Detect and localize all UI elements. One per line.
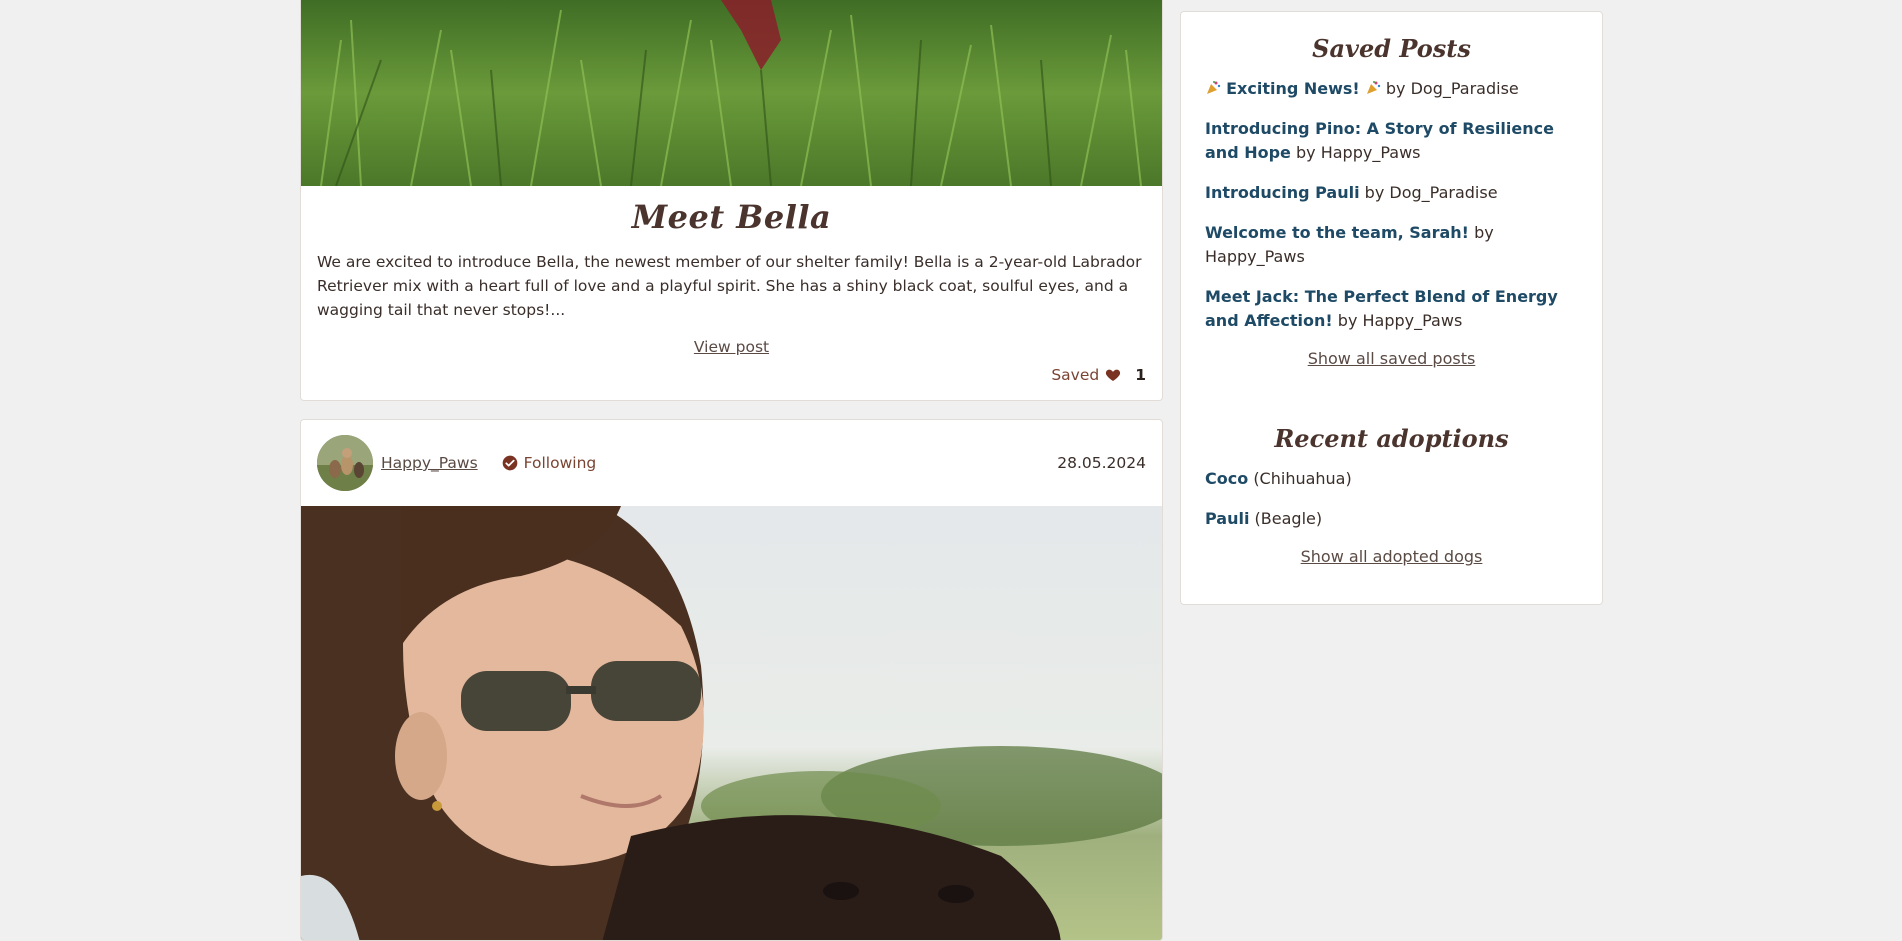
post-title: Meet Bella <box>631 198 832 236</box>
adoption-item: Coco (Chihuahua) <box>1205 467 1578 491</box>
saved-post-author: by Dog_Paradise <box>1364 183 1498 202</box>
sidebar: Saved Posts Exciting News! by Dog_Paradi… <box>1180 11 1603 605</box>
check-circle-icon <box>502 455 517 471</box>
saved-post-author: by Happy_Paws <box>1337 311 1463 330</box>
saved-post-author: by Happy_Paws <box>1296 143 1421 162</box>
like-count: 1 <box>1135 366 1146 384</box>
grass-photo-icon <box>301 0 1162 186</box>
following-button[interactable]: Following <box>502 454 597 472</box>
saved-post-title[interactable]: Exciting News! <box>1226 79 1360 98</box>
saved-post-author: by Dog_Paradise <box>1385 79 1519 98</box>
heart-icon[interactable] <box>1105 367 1121 383</box>
author-link[interactable]: Happy_Paws <box>381 454 478 472</box>
post-card-happy-paws: Happy_Paws Following 28.05.2024 <box>300 419 1163 941</box>
saved-label: Saved <box>1051 366 1100 384</box>
post-card-bella: Meet Bella We are excited to introduce B… <box>300 0 1163 401</box>
woman-with-dog-photo-icon <box>301 506 1162 940</box>
adoption-item: Pauli (Beagle) <box>1205 507 1578 531</box>
post-excerpt: We are excited to introduce Bella, the n… <box>317 253 1142 319</box>
post-feed: Meet Bella We are excited to introduce B… <box>300 0 1163 941</box>
saved-post-item: Introducing Pauli by Dog_Paradise <box>1205 181 1578 205</box>
view-post-link[interactable]: View post <box>301 338 1162 356</box>
show-all-adopted-link[interactable]: Show all adopted dogs <box>1205 547 1578 566</box>
saved-posts-heading: Saved Posts <box>1312 34 1471 63</box>
show-all-saved-link[interactable]: Show all saved posts <box>1205 349 1578 368</box>
party-popper-icon <box>1207 81 1221 94</box>
following-label: Following <box>523 454 597 472</box>
party-popper-icon <box>1366 81 1380 94</box>
post-date: 28.05.2024 <box>1057 454 1146 472</box>
saved-post-item: Introducing Pino: A Story of Resilience … <box>1205 117 1578 165</box>
dog-name: Pauli <box>1205 509 1250 528</box>
saved-post-item: Exciting News! by Dog_Paradise <box>1205 77 1578 101</box>
saved-post-title[interactable]: Welcome to the team, Sarah! <box>1205 223 1469 242</box>
saved-post-item: Welcome to the team, Sarah! by Happy_Paw… <box>1205 221 1578 269</box>
saved-indicator[interactable]: Saved 1 <box>1051 366 1146 384</box>
dog-name: Coco <box>1205 469 1249 488</box>
dog-breed: (Chihuahua) <box>1253 469 1352 488</box>
avatar[interactable] <box>317 435 373 491</box>
recent-adoptions-heading: Recent adoptions <box>1274 424 1509 453</box>
saved-post-item: Meet Jack: The Perfect Blend of Energy a… <box>1205 285 1578 333</box>
post-image[interactable] <box>301 0 1162 186</box>
post-image[interactable] <box>301 506 1162 940</box>
post-header: Happy_Paws Following 28.05.2024 <box>301 420 1162 506</box>
dogs-avatar-icon <box>317 435 373 491</box>
dog-breed: (Beagle) <box>1254 509 1323 528</box>
saved-post-title[interactable]: Introducing Pauli <box>1205 183 1360 202</box>
